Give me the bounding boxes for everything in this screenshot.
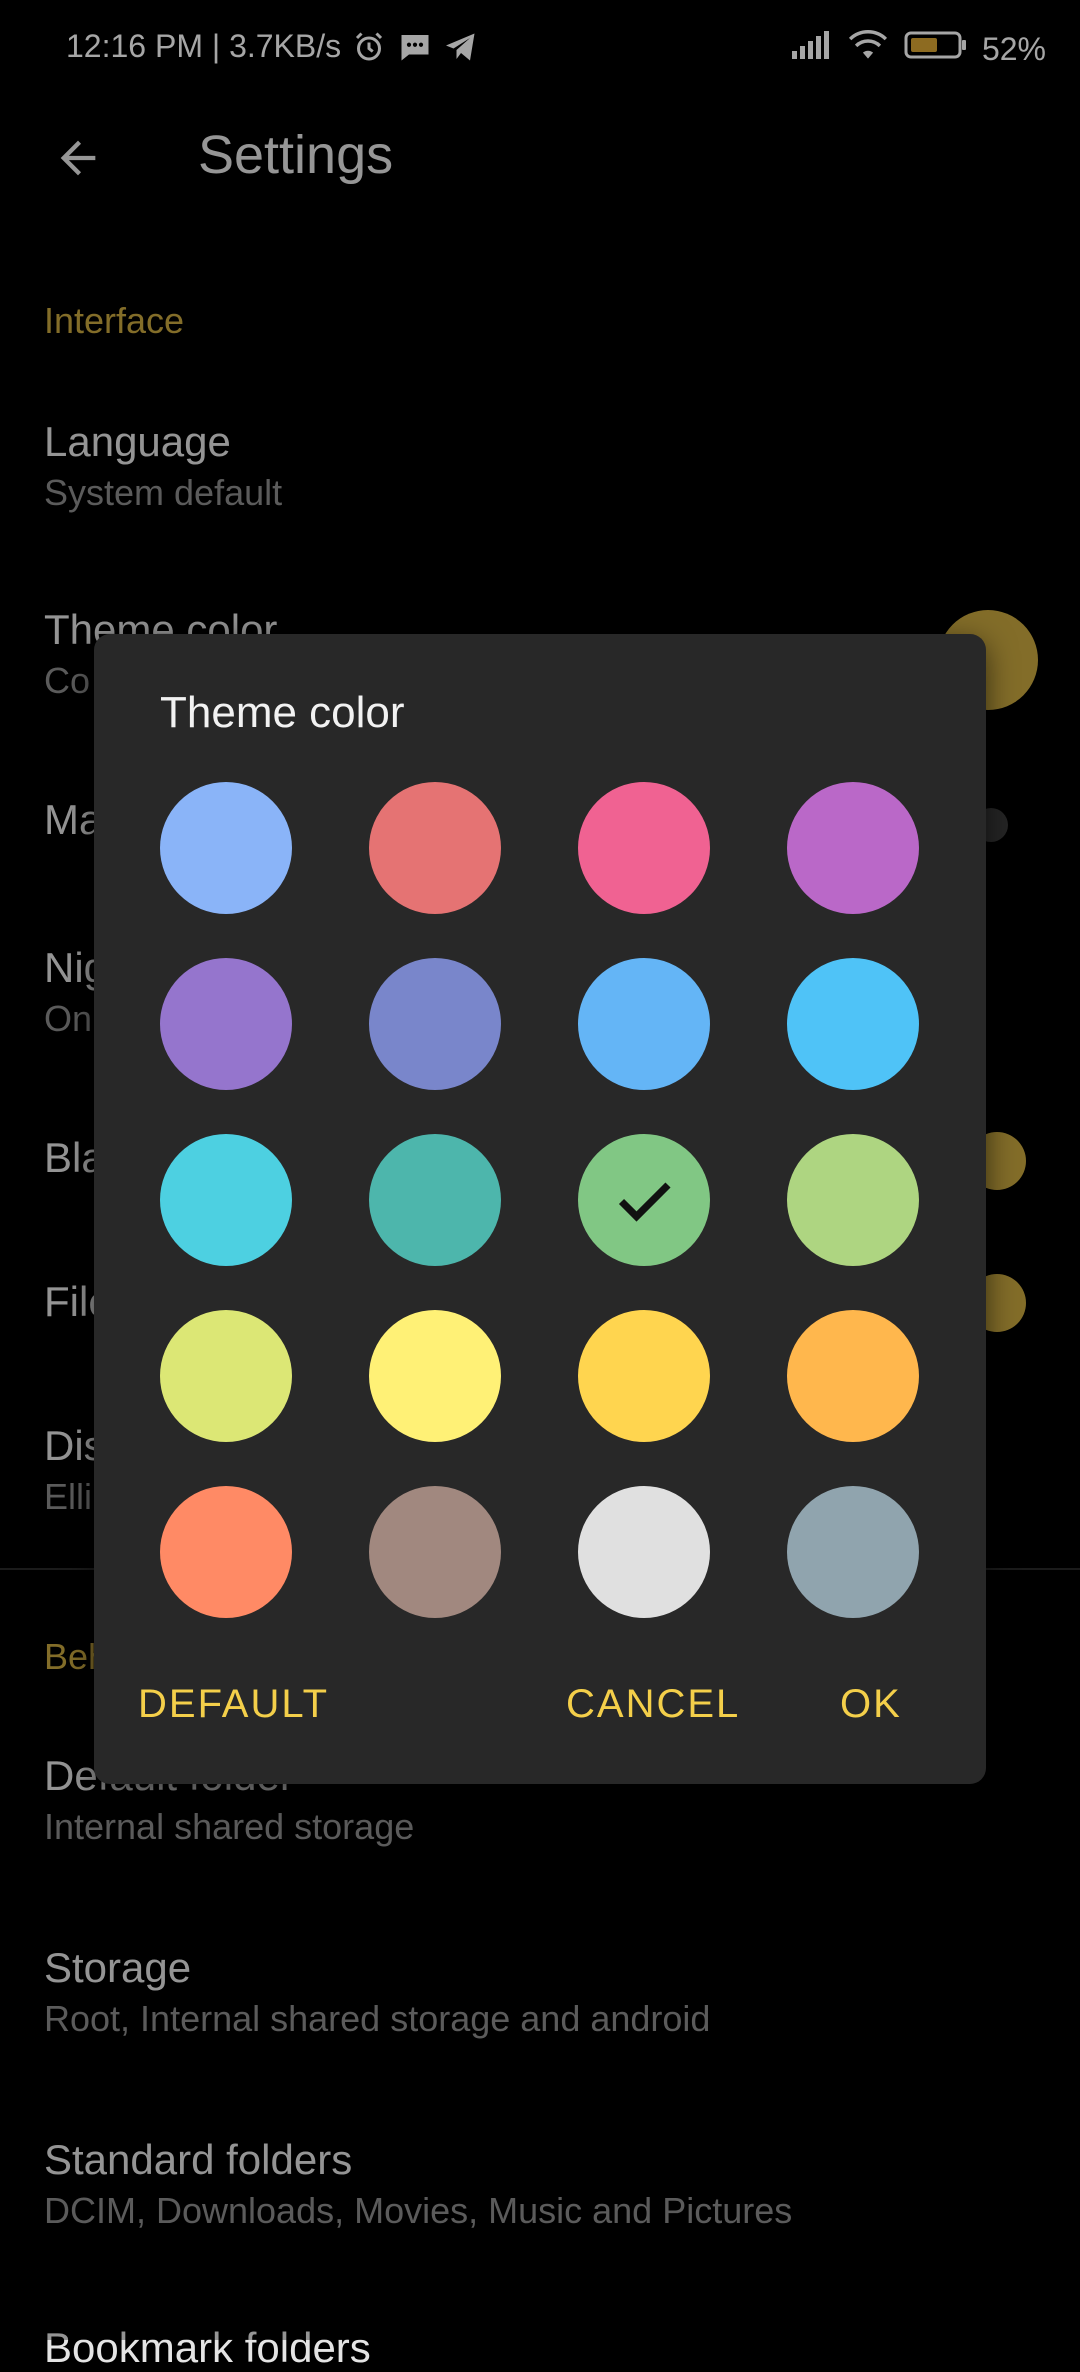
color-swatch[interactable]	[369, 958, 501, 1090]
color-swatch[interactable]	[787, 958, 919, 1090]
dialog-actions: DEFAULT CANCEL OK	[94, 1664, 986, 1784]
color-grid	[160, 782, 940, 1618]
color-swatch[interactable]	[578, 1310, 710, 1442]
color-swatch[interactable]	[160, 1134, 292, 1266]
color-swatch[interactable]	[369, 782, 501, 914]
theme-color-dialog: Theme color DEFAULT CANCEL OK	[94, 634, 986, 1784]
checkmark-icon	[618, 1182, 671, 1222]
color-swatch[interactable]	[787, 1310, 919, 1442]
color-swatch-selected[interactable]	[578, 1134, 710, 1266]
default-button[interactable]: DEFAULT	[126, 1672, 341, 1737]
ok-button[interactable]: OK	[828, 1672, 914, 1737]
color-swatch[interactable]	[369, 1134, 501, 1266]
color-swatch[interactable]	[369, 1486, 501, 1618]
color-swatch[interactable]	[578, 782, 710, 914]
color-swatch[interactable]	[578, 958, 710, 1090]
dialog-title: Theme color	[160, 688, 405, 737]
color-swatch[interactable]	[369, 1310, 501, 1442]
cancel-button[interactable]: CANCEL	[554, 1672, 752, 1737]
color-swatch[interactable]	[578, 1486, 710, 1618]
color-swatch[interactable]	[160, 958, 292, 1090]
color-swatch[interactable]	[787, 782, 919, 914]
color-swatch[interactable]	[160, 782, 292, 914]
color-swatch[interactable]	[787, 1134, 919, 1266]
color-swatch[interactable]	[787, 1486, 919, 1618]
color-swatch[interactable]	[160, 1310, 292, 1442]
color-swatch[interactable]	[160, 1486, 292, 1618]
